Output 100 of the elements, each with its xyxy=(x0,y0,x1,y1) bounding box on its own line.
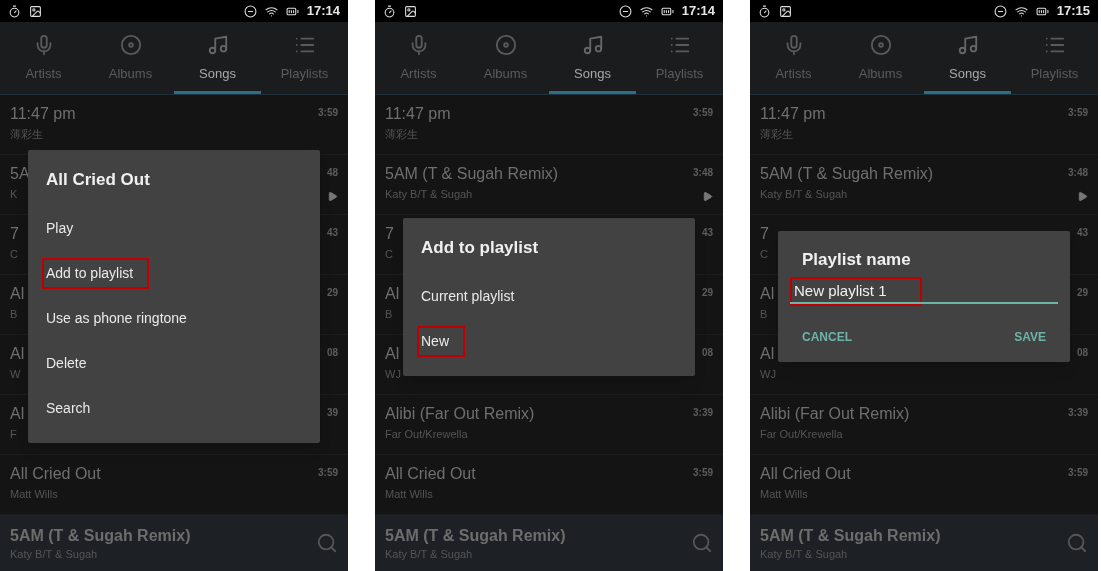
song-row[interactable]: Alibi (Far Out Remix) Far Out/Krewella 3:39 xyxy=(750,395,1098,455)
song-title: Al xyxy=(385,284,400,304)
song-row[interactable]: Alibi (Far Out Remix) Far Out/Krewella 3:39 xyxy=(375,395,723,455)
menu-item[interactable]: Delete xyxy=(42,348,103,379)
song-title: 11:47 pm xyxy=(760,104,826,124)
song-duration: 39 xyxy=(326,406,338,420)
song-artist: B xyxy=(385,307,393,322)
song-title: 11:47 pm xyxy=(10,104,76,124)
song-duration: 08 xyxy=(701,346,713,360)
song-duration: 29 xyxy=(326,286,338,300)
song-artist: C xyxy=(385,247,393,262)
menu-item[interactable]: Add to playlist xyxy=(42,258,150,289)
menu-item[interactable]: Use as phone ringtone xyxy=(42,303,203,334)
song-duration: 08 xyxy=(326,346,338,360)
song-duration: 3:48 xyxy=(1068,166,1088,180)
song-duration: 29 xyxy=(701,286,713,300)
song-duration: 3:59 xyxy=(318,106,338,120)
now-playing-title: 5AM (T & Sugah Remix) xyxy=(760,525,941,546)
song-title: 7 xyxy=(10,224,19,244)
tab[interactable]: Playlists xyxy=(261,22,348,94)
song-title: 5AM (T & Sugah Remix) xyxy=(760,164,934,184)
song-title: 5AM (T & Sugah Remix) xyxy=(385,164,559,184)
clock-time: 17:14 xyxy=(306,2,340,21)
song-artist: WJ xyxy=(385,367,401,382)
dialog-title: Playlist name xyxy=(802,249,912,272)
tab[interactable]: Albums xyxy=(837,22,924,94)
song-artist: Matt Wills xyxy=(385,487,433,502)
menu-item[interactable]: Current playlist xyxy=(417,280,531,312)
clock-time: 17:14 xyxy=(681,2,715,21)
now-playing-title: 5AM (T & Sugah Remix) xyxy=(385,525,566,546)
playing-icon xyxy=(1077,191,1088,202)
image-icon xyxy=(29,4,42,18)
music-note-icon xyxy=(206,33,229,56)
song-artist: Far Out/Krewella xyxy=(385,427,468,442)
tab[interactable]: Artists xyxy=(375,22,462,94)
tab[interactable]: Artists xyxy=(750,22,837,94)
search-icon[interactable] xyxy=(691,532,713,554)
song-artist: K xyxy=(10,187,18,202)
song-title: All Cried Out xyxy=(385,464,476,484)
song-artist: B xyxy=(760,307,768,322)
music-note-icon xyxy=(581,33,604,56)
song-artist: F xyxy=(10,427,17,442)
song-title: Al xyxy=(760,344,775,364)
song-duration: 43 xyxy=(326,226,338,240)
song-title: Al xyxy=(10,284,25,304)
song-duration: 3:59 xyxy=(318,466,338,480)
wifi-icon xyxy=(639,4,653,18)
input-field[interactable]: New playlist 1 xyxy=(790,277,922,306)
song-artist: Katy B/T & Sugah xyxy=(760,187,848,202)
search-icon[interactable] xyxy=(316,532,338,554)
song-artist: W xyxy=(10,367,21,382)
song-title: Al xyxy=(385,344,400,364)
menu-item[interactable]: Search xyxy=(42,393,107,424)
song-title: 7 xyxy=(385,224,394,244)
tab[interactable]: Playlists xyxy=(1011,22,1098,94)
do-not-disturb-icon xyxy=(993,4,1007,18)
song-duration: 43 xyxy=(1076,226,1088,240)
tab[interactable]: Songs xyxy=(549,22,636,94)
timer-icon xyxy=(8,4,21,18)
song-title: Alibi (Far Out Remix) xyxy=(760,404,910,424)
menu-item[interactable]: Play xyxy=(42,213,90,244)
image-icon xyxy=(779,4,792,18)
song-duration: 48 xyxy=(326,166,338,180)
song-duration: 3:39 xyxy=(1068,406,1088,420)
search-icon[interactable] xyxy=(1066,532,1088,554)
song-artist: Matt Wills xyxy=(760,487,808,502)
song-title: Al xyxy=(760,284,775,304)
tab[interactable]: Albums xyxy=(462,22,549,94)
song-artist: Matt Wills xyxy=(10,487,58,502)
disc-icon xyxy=(494,33,517,56)
menu-title: Add to playlist xyxy=(421,236,540,259)
song-row[interactable]: 5AM (T & Sugah Remix) Katy B/T & Sugah 3:48 xyxy=(750,155,1098,215)
song-duration: 43 xyxy=(701,226,713,240)
tab[interactable]: Songs xyxy=(174,22,261,94)
wifi-icon xyxy=(264,4,278,18)
song-row[interactable]: 5AM (T & Sugah Remix) Katy B/T & Sugah 3:48 xyxy=(375,155,723,215)
song-artist: B xyxy=(10,307,18,322)
tab[interactable]: Songs xyxy=(924,22,1011,94)
tab[interactable]: Albums xyxy=(87,22,174,94)
disc-icon xyxy=(869,33,892,56)
timer-icon xyxy=(758,4,771,18)
song-title: All Cried Out xyxy=(10,464,101,484)
playing-icon xyxy=(327,191,338,202)
disc-icon xyxy=(119,33,142,56)
song-duration: 3:39 xyxy=(693,406,713,420)
song-title: Al xyxy=(10,344,25,364)
song-artist: Far Out/Krewella xyxy=(760,427,843,442)
song-title: 7 xyxy=(760,224,769,244)
image-icon xyxy=(404,4,417,18)
playing-icon xyxy=(702,191,713,202)
song-duration: 08 xyxy=(1076,346,1088,360)
tab[interactable]: Playlists xyxy=(636,22,723,94)
now-playing-title: 5AM (T & Sugah Remix) xyxy=(10,525,191,546)
clock-time: 17:15 xyxy=(1056,2,1090,21)
song-artist: C xyxy=(760,247,768,262)
music-note-icon xyxy=(956,33,979,56)
menu-item[interactable]: New xyxy=(417,325,465,357)
song-duration: 3:59 xyxy=(693,106,713,120)
tab[interactable]: Artists xyxy=(0,22,87,94)
do-not-disturb-icon xyxy=(618,4,632,18)
